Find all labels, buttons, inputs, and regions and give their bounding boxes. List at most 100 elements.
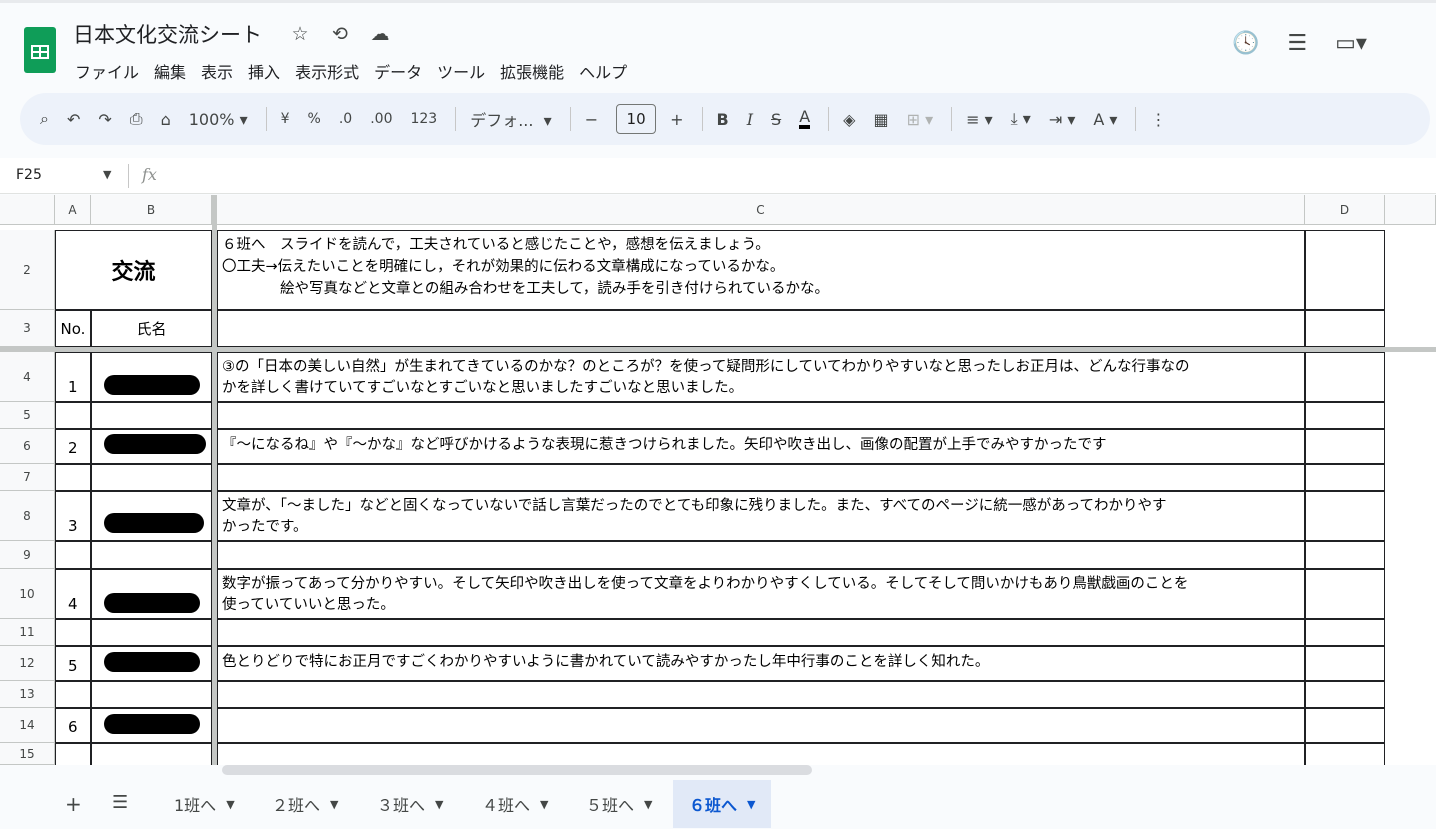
row-header[interactable]: 12 [0, 646, 55, 681]
cell[interactable] [1305, 491, 1385, 541]
tab-menu-icon[interactable]: ▼ [540, 798, 548, 811]
sheets-logo-icon[interactable] [24, 27, 56, 73]
column-header-b[interactable]: B [91, 195, 212, 225]
more-options-icon[interactable]: ⋮ [1150, 110, 1166, 129]
cell[interactable] [217, 310, 1305, 347]
comment-cell[interactable] [217, 708, 1305, 743]
text-wrapping-icon[interactable]: ⇥ ▾ [1049, 110, 1076, 129]
menu-data[interactable]: データ [374, 59, 422, 83]
cell[interactable] [1305, 619, 1385, 646]
cell[interactable] [91, 464, 212, 491]
font-select[interactable]: デフォ... ▾ [470, 107, 551, 131]
name-box[interactable]: F25 [16, 167, 42, 183]
horizontal-align-icon[interactable]: ≡ ▾ [966, 110, 993, 129]
menu-help[interactable]: ヘルプ [579, 59, 627, 83]
cell[interactable] [1305, 569, 1385, 619]
row-header[interactable]: 6 [0, 429, 55, 464]
row-header[interactable]: 11 [0, 619, 55, 646]
increase-decimal-button[interactable]: .00 [370, 111, 392, 127]
star-icon[interactable]: ☆ [289, 23, 311, 45]
horizontal-scrollbar[interactable] [222, 765, 812, 775]
row-header[interactable]: 9 [0, 541, 55, 569]
column-header-a[interactable]: A [55, 195, 91, 225]
undo-icon[interactable]: ↶ [67, 110, 80, 129]
move-to-drive-icon[interactable]: ⟲ [329, 23, 351, 45]
cell[interactable] [55, 541, 91, 569]
currency-format-button[interactable]: ¥ [281, 111, 290, 127]
tab-menu-icon[interactable]: ▼ [644, 798, 652, 811]
sheet-tab[interactable]: ５班へ ▼ [582, 780, 656, 828]
cell[interactable] [217, 464, 1305, 491]
tab-menu-icon[interactable]: ▼ [435, 798, 443, 811]
menu-view[interactable]: 表示 [201, 59, 233, 83]
name-box-dropdown-icon[interactable]: ▼ [103, 168, 111, 181]
merge-cells-icon[interactable]: ⊞ ▾ [907, 110, 934, 129]
bold-button[interactable]: B [717, 110, 729, 129]
sheet-tab[interactable]: ３班へ ▼ [373, 780, 447, 828]
row-header[interactable]: 3 [0, 310, 55, 347]
tab-menu-icon[interactable]: ▼ [747, 798, 755, 811]
cell[interactable] [55, 402, 91, 429]
cell[interactable] [217, 619, 1305, 646]
cell[interactable] [1305, 681, 1385, 708]
strikethrough-button[interactable]: S [771, 110, 781, 129]
row-header[interactable]: 10 [0, 569, 55, 619]
cell[interactable] [55, 619, 91, 646]
menu-file[interactable]: ファイル [75, 59, 139, 83]
tab-menu-icon[interactable]: ▼ [226, 798, 234, 811]
cell[interactable] [217, 541, 1305, 569]
cell[interactable] [91, 402, 212, 429]
row-header[interactable]: 15 [0, 743, 55, 765]
no-header-cell[interactable]: No. [55, 310, 91, 347]
menu-tools[interactable]: ツール [437, 59, 485, 83]
document-title[interactable]: 日本文化交流シート [73, 19, 262, 49]
cell[interactable] [1305, 464, 1385, 491]
sheet-tab[interactable]: ２班へ ▼ [268, 780, 342, 828]
font-size-decrease-button[interactable]: − [585, 110, 598, 129]
all-sheets-icon[interactable]: ☰ [112, 792, 128, 813]
cell[interactable] [217, 743, 1305, 765]
cell[interactable] [1305, 352, 1385, 402]
print-icon[interactable]: ⎙ [130, 109, 143, 129]
menu-edit[interactable]: 編集 [154, 59, 186, 83]
cell[interactable] [91, 743, 212, 765]
header-title-cell[interactable]: 交流 [55, 230, 212, 310]
cell[interactable] [91, 619, 212, 646]
menu-insert[interactable]: 挿入 [248, 59, 280, 83]
freeze-column-divider[interactable] [212, 195, 217, 765]
zoom-select[interactable]: 100% ▾ [189, 110, 248, 129]
cell[interactable] [55, 681, 91, 708]
redo-icon[interactable]: ↷ [98, 110, 111, 129]
search-menus-icon[interactable]: ⌕ [40, 109, 49, 129]
add-sheet-button[interactable]: + [65, 792, 82, 816]
cell[interactable] [91, 681, 212, 708]
row-header[interactable]: 7 [0, 464, 55, 491]
cell[interactable] [1305, 230, 1385, 310]
borders-icon[interactable]: ▦ [873, 110, 888, 129]
meet-icon[interactable]: ▭▾ [1335, 31, 1367, 56]
cell[interactable] [55, 464, 91, 491]
decrease-decimal-button[interactable]: .0 [339, 111, 352, 127]
column-header-c[interactable]: C [217, 195, 1305, 225]
cell[interactable] [1305, 429, 1385, 464]
text-color-button[interactable]: A [799, 109, 811, 129]
freeze-row-divider[interactable] [0, 347, 1436, 352]
row-header[interactable]: 2 [0, 230, 55, 310]
column-header-e[interactable] [1385, 195, 1436, 225]
row-header[interactable]: 5 [0, 402, 55, 429]
fill-color-icon[interactable]: ◈ [843, 110, 855, 129]
more-formats-button[interactable]: 123 [410, 111, 437, 127]
column-header-d[interactable]: D [1305, 195, 1385, 225]
font-size-input[interactable]: 10 [616, 104, 657, 134]
paint-format-icon[interactable]: ⌂ [161, 110, 171, 129]
cell[interactable] [91, 541, 212, 569]
cell[interactable] [1305, 708, 1385, 743]
cloud-status-icon[interactable]: ☁ [369, 23, 391, 45]
cell[interactable] [1305, 646, 1385, 681]
name-header-cell[interactable]: 氏名 [91, 310, 212, 347]
row-header[interactable]: 13 [0, 681, 55, 708]
sheet-tab[interactable]: 1班へ ▼ [170, 780, 239, 828]
menu-extensions[interactable]: 拡張機能 [500, 59, 564, 83]
row-header[interactable]: 14 [0, 708, 55, 743]
row-header[interactable]: 8 [0, 491, 55, 541]
